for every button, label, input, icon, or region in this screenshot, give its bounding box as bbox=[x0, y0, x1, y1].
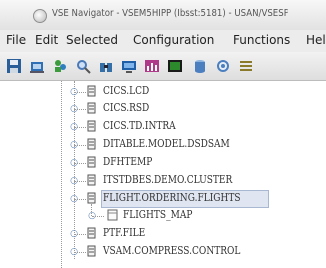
tree-item[interactable]: ○ VSAM.COMPRESS.CONTROL bbox=[0, 243, 326, 260]
tree-item[interactable]: ○ CICS.LCD bbox=[0, 83, 326, 100]
tree-connector bbox=[74, 199, 86, 200]
menu-configuration[interactable]: Configuration bbox=[133, 33, 214, 47]
map-icon bbox=[107, 209, 118, 221]
dataset-icon bbox=[87, 120, 96, 132]
toolbar bbox=[0, 52, 326, 81]
dataset-icon bbox=[87, 174, 96, 186]
dataset-icon bbox=[87, 102, 96, 114]
dataset-icon bbox=[87, 192, 96, 204]
tree-item[interactable]: ○ CICS.RSD bbox=[0, 100, 326, 117]
menu-file[interactable]: File bbox=[6, 33, 26, 47]
dataset-tree: ○ CICS.LCD ○ CICS.RSD ○ CICS.TD.INTRA ○ … bbox=[0, 81, 326, 268]
menu-help[interactable]: Help bbox=[306, 33, 326, 47]
tree-connector bbox=[74, 234, 86, 235]
tree-item-label: CICS.LCD bbox=[103, 84, 150, 97]
dataset-icon bbox=[87, 227, 96, 239]
tree-connector bbox=[74, 252, 86, 253]
save-icon[interactable] bbox=[4, 56, 24, 76]
dataset-icon bbox=[87, 138, 96, 150]
tree-item-label: DITABLE.MODEL.DSDSAM bbox=[103, 137, 230, 150]
tree-item[interactable]: ○ DFHTEMP bbox=[0, 154, 326, 171]
window-menu-icon[interactable] bbox=[33, 9, 47, 23]
connect-icon[interactable] bbox=[27, 56, 47, 76]
chart-icon[interactable] bbox=[142, 56, 162, 76]
tree-item-label: FLIGHTS_MAP bbox=[123, 208, 193, 221]
menu-bar: File Edit Selected Configuration Functio… bbox=[0, 30, 326, 52]
binoculars-icon[interactable] bbox=[96, 56, 116, 76]
dataset-icon bbox=[87, 85, 96, 97]
monitor-icon[interactable] bbox=[119, 56, 139, 76]
tree-item-label: CICS.RSD bbox=[103, 101, 150, 114]
tree-connector bbox=[74, 145, 86, 146]
tree-item-label: ITSTDBES.DEMO.CLUSTER bbox=[103, 173, 233, 186]
tree-item-label: DFHTEMP bbox=[103, 155, 153, 168]
tree-connector bbox=[74, 92, 86, 93]
tree-connector bbox=[92, 216, 104, 217]
tree-item-label: FLIGHT.ORDERING.FLIGHTS bbox=[103, 191, 241, 204]
tree-connector bbox=[74, 163, 86, 164]
tree-item-selected[interactable]: ○ FLIGHT.ORDERING.FLIGHTS bbox=[0, 190, 326, 208]
tree-item[interactable]: ○ ITSTDBES.DEMO.CLUSTER bbox=[0, 172, 326, 189]
tree-item[interactable]: ○ PTF.FILE bbox=[0, 225, 326, 242]
tree-item-label: CICS.TD.INTRA bbox=[103, 119, 176, 132]
tree-item[interactable]: ○ CICS.TD.INTRA bbox=[0, 118, 326, 135]
search-icon[interactable] bbox=[73, 56, 93, 76]
menu-functions[interactable]: Functions bbox=[233, 33, 290, 47]
list-icon[interactable] bbox=[236, 56, 256, 76]
tree-connector bbox=[74, 109, 86, 110]
database-icon[interactable] bbox=[190, 56, 210, 76]
title-bar: VSE Navigator - VSEM5HIPP (Ibsst:5181) -… bbox=[0, 0, 326, 31]
menu-selected[interactable]: Selected bbox=[66, 33, 118, 47]
menu-edit[interactable]: Edit bbox=[35, 33, 58, 47]
tree-child-item[interactable]: ○ FLIGHTS_MAP bbox=[0, 204, 326, 224]
tree-item-label: VSAM.COMPRESS.CONTROL bbox=[103, 244, 241, 257]
settings-icon[interactable] bbox=[213, 56, 233, 76]
users-icon[interactable] bbox=[50, 56, 70, 76]
dataset-icon bbox=[87, 245, 96, 257]
tree-connector bbox=[74, 181, 86, 182]
dataset-icon bbox=[87, 156, 96, 168]
tree-connector bbox=[74, 127, 86, 128]
tree-item[interactable]: ○ DITABLE.MODEL.DSDSAM bbox=[0, 136, 326, 153]
terminal-icon[interactable] bbox=[165, 56, 185, 76]
tree-item-label: PTF.FILE bbox=[103, 226, 146, 239]
window-title: VSE Navigator - VSEM5HIPP (Ibsst:5181) -… bbox=[52, 8, 288, 19]
